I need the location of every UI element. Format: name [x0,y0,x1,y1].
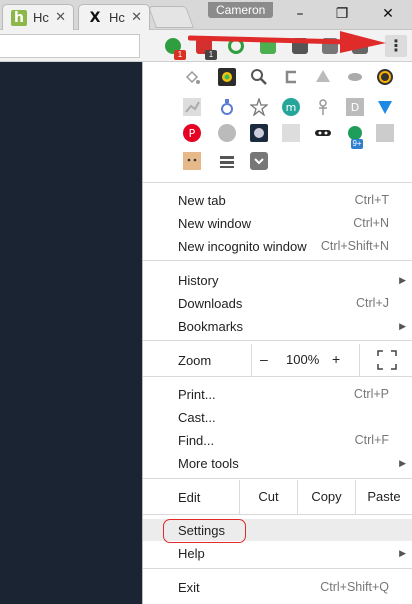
page-content [0,62,144,604]
new-tab-button[interactable] [147,6,195,28]
night-sky-icon[interactable] [250,124,268,142]
zoom-out-button[interactable]: – [260,351,268,367]
chrome-menu: m D P 9+ New tab Ctrl+T New window Ctrl+… [142,62,412,604]
zoom-level: 100% [286,352,320,367]
menu-separator [143,182,412,183]
menu-item-cast[interactable]: Cast... [178,410,216,425]
svg-text:D: D [351,101,359,114]
shortcut-new-tab: Ctrl+T [354,193,389,207]
fullscreen-icon [377,350,397,370]
extension-icon[interactable] [376,124,394,142]
grey-circle-icon[interactable] [218,124,236,142]
zoom-label: Zoom [178,353,212,368]
shortcut-new-incognito: Ctrl+Shift+N [320,239,389,253]
menu-item-new-window[interactable]: New window [178,216,251,231]
menu-item-new-tab[interactable]: New tab [178,193,226,208]
chrome-color-icon[interactable] [376,68,394,86]
cut-button[interactable]: Cut [239,480,297,514]
submenu-arrow-icon: ▶ [399,275,406,285]
menu-item-exit[interactable]: Exit [178,580,200,595]
submenu-arrow-icon: ▶ [399,458,406,468]
face-app-icon[interactable] [183,152,201,170]
ring-icon[interactable] [218,98,236,116]
splat-icon[interactable] [346,68,364,86]
howtogeek-h-icon: h [11,10,27,26]
y-shield-icon[interactable] [376,98,394,116]
menu-separator [143,568,412,569]
menu-item-bookmarks[interactable]: Bookmarks [178,319,243,334]
ankh-icon[interactable] [314,98,332,116]
omnibox[interactable] [0,34,140,58]
colorful-app-icon[interactable] [218,68,236,86]
menu-item-downloads[interactable]: Downloads [178,296,242,311]
tab-strip: h Hc ✕ X Hc ✕ Cameron – ❐ ✕ [0,0,412,30]
menu-item-help[interactable]: Help [178,546,205,561]
shortcut-exit: Ctrl+Shift+Q [320,580,389,594]
settings-annotation-outline [163,519,246,543]
bracket-icon[interactable] [282,68,300,86]
paint-bucket-icon[interactable] [183,68,201,86]
zoom-row: Zoom – 100% + [143,344,412,376]
svg-text:P: P [189,127,196,140]
x-logo-icon: X [89,10,101,26]
profile-name-badge[interactable]: Cameron [208,2,274,18]
svg-text:m: m [286,101,297,114]
tab-howtogeek[interactable]: h Hc ✕ [2,4,74,30]
maximize-icon[interactable]: ❐ [327,3,357,25]
google-drive-icon[interactable] [314,68,332,86]
chrome-menu-button[interactable]: ⋮ [385,35,407,57]
extension-icons-grid: m D P 9+ [143,62,412,182]
menu-item-history[interactable]: History [178,273,218,288]
minimize-icon[interactable]: – [285,3,315,25]
menu-separator [143,514,412,515]
tab-close-icon[interactable]: ✕ [131,9,142,25]
tab-x[interactable]: X Hc ✕ [78,4,150,30]
shortcut-find: Ctrl+F [354,433,389,447]
star-icon[interactable] [249,96,269,117]
stack-icon[interactable] [218,152,236,170]
d-app-icon[interactable]: D [346,98,364,116]
tab-label: Hc [109,10,125,25]
menu-item-new-incognito-window[interactable]: New incognito window [178,239,307,254]
paste-button[interactable]: Paste [355,480,412,514]
menu-separator [143,260,412,261]
fullscreen-button[interactable] [359,344,412,376]
menu-separator [143,376,412,377]
submenu-arrow-icon: ▶ [399,548,406,558]
zoom-in-button[interactable]: + [332,351,340,367]
edit-label: Edit [178,490,201,505]
copy-button[interactable]: Copy [297,480,355,514]
pinterest-icon[interactable]: P [183,124,201,142]
shortcut-print: Ctrl+P [353,387,389,401]
submenu-arrow-icon: ▶ [399,321,406,331]
close-window-icon[interactable]: ✕ [373,3,403,25]
annotation-arrow [188,31,386,53]
map-app-icon[interactable] [282,124,300,142]
bandit-mask-icon[interactable] [314,124,332,142]
menu-item-more-tools[interactable]: More tools [178,456,239,471]
tab-close-icon[interactable]: ✕ [55,9,66,25]
menu-item-find[interactable]: Find... [178,433,214,448]
edit-row: Edit Cut Copy Paste [143,480,412,514]
extension-badge: 1 [174,50,186,60]
m-app-icon[interactable]: m [282,98,300,116]
extension-badge: 9+ [351,139,363,149]
tab-label: Hc [33,10,49,25]
search-icon[interactable] [250,68,268,86]
chart-app-icon[interactable] [183,98,201,116]
menu-separator [143,340,412,341]
menu-separator [143,478,412,479]
pocket-icon[interactable] [250,152,268,170]
shortcut-downloads: Ctrl+J [356,296,389,310]
menu-item-print[interactable]: Print... [178,387,216,402]
shortcut-new-window: Ctrl+N [353,216,389,230]
